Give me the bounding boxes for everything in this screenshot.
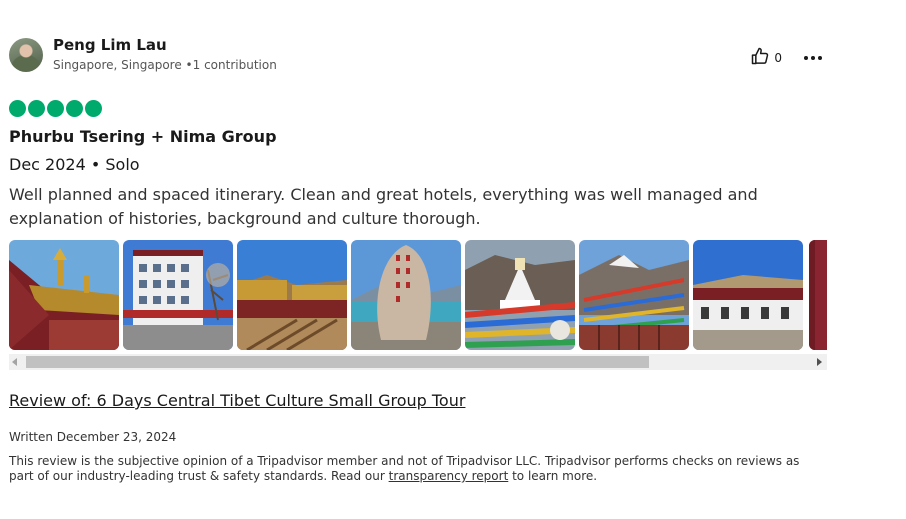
- review-of-tour: 6 Days Central Tibet Culture Small Group…: [96, 391, 466, 410]
- user-location: Singapore, Singapore: [53, 58, 182, 72]
- review-card: Peng Lim Lau Singapore, Singapore •1 con…: [9, 34, 827, 483]
- photo-scrollbar[interactable]: [9, 354, 827, 370]
- review-photo[interactable]: [465, 240, 575, 350]
- more-dot: [810, 56, 815, 60]
- rating-bubble-icon: [9, 100, 26, 117]
- photo-carousel: [9, 240, 827, 350]
- review-actions: 0: [750, 46, 823, 70]
- helpful-button[interactable]: 0: [750, 46, 782, 70]
- review-photo[interactable]: [809, 240, 827, 350]
- user-contributions: 1 contribution: [192, 58, 277, 72]
- more-options-button[interactable]: [802, 49, 823, 67]
- review-title[interactable]: Phurbu Tsering + Nima Group: [9, 127, 277, 146]
- scrollbar-thumb[interactable]: [26, 356, 649, 368]
- review-photo[interactable]: [237, 240, 347, 350]
- disclaimer-text-end: to learn more.: [508, 469, 598, 483]
- scroll-right-icon[interactable]: [817, 358, 822, 366]
- user-avatar[interactable]: [9, 38, 43, 72]
- user-name[interactable]: Peng Lim Lau: [53, 36, 167, 54]
- review-disclaimer: This review is the subjective opinion of…: [9, 454, 821, 484]
- review-photo[interactable]: [123, 240, 233, 350]
- rating-bubble-icon: [28, 100, 45, 117]
- transparency-report-link[interactable]: transparency report: [389, 469, 509, 483]
- more-options-icon: [803, 56, 808, 60]
- review-of-link[interactable]: Review of: 6 Days Central Tibet Culture …: [9, 391, 465, 410]
- user-meta: Singapore, Singapore •1 contribution: [53, 58, 277, 72]
- review-text: Well planned and spaced itinerary. Clean…: [9, 185, 758, 228]
- scroll-left-icon[interactable]: [12, 358, 17, 366]
- meta-separator: •: [185, 58, 193, 72]
- rating-bubble-icon: [47, 100, 64, 117]
- review-photo[interactable]: [693, 240, 803, 350]
- thumbs-up-icon: [750, 46, 770, 70]
- rating-bubble-icon: [66, 100, 83, 117]
- rating-bubbles: [9, 100, 104, 117]
- rating-bubble-icon: [85, 100, 102, 117]
- review-photo[interactable]: [351, 240, 461, 350]
- review-of-prefix: Review of:: [9, 391, 92, 410]
- written-date: Written December 23, 2024: [9, 430, 177, 444]
- review-photo[interactable]: [9, 240, 119, 350]
- review-photo[interactable]: [579, 240, 689, 350]
- trip-info: Dec 2024 • Solo: [9, 155, 140, 174]
- helpful-count: 0: [774, 51, 782, 65]
- review-header: Peng Lim Lau Singapore, Singapore •1 con…: [9, 34, 827, 76]
- more-dot: [817, 56, 822, 60]
